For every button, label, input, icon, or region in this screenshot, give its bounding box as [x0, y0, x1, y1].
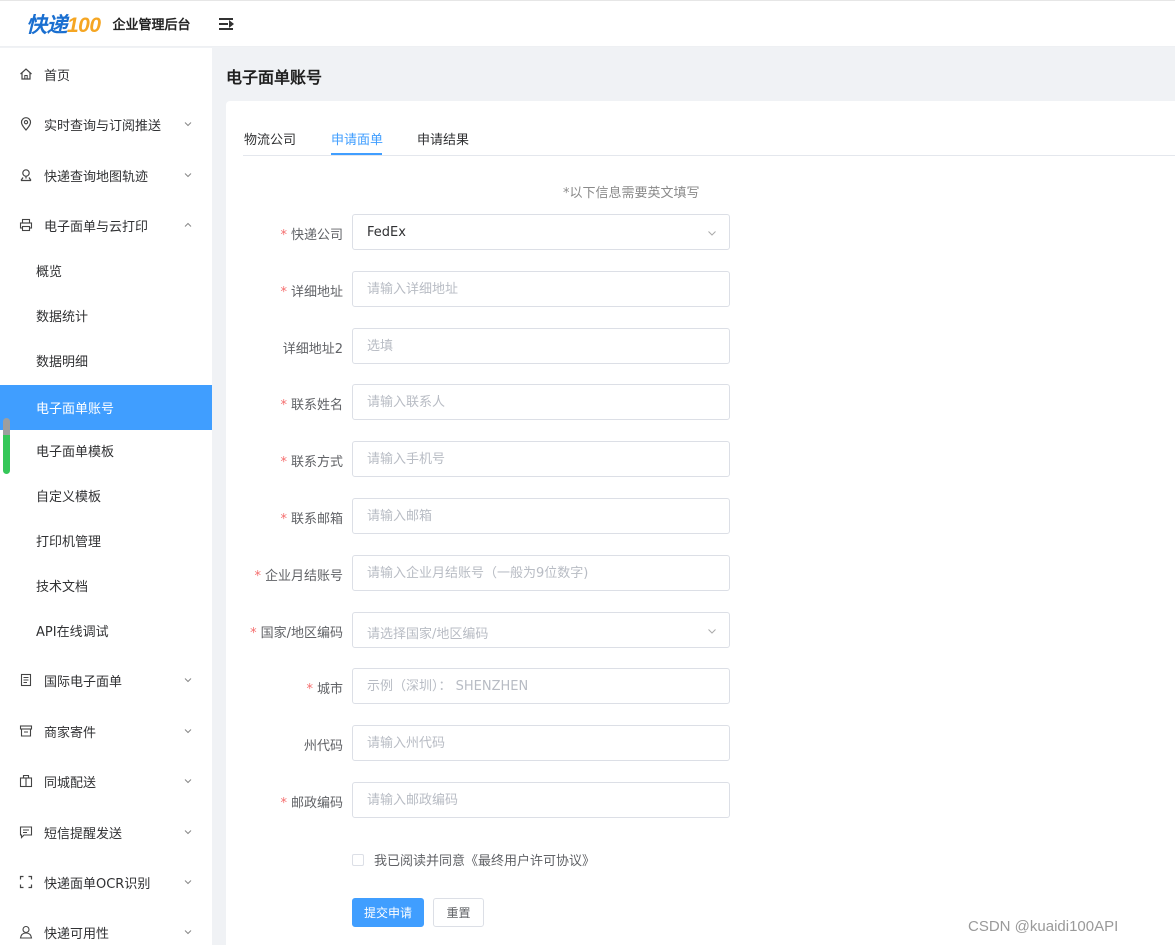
map-pin-icon [18, 168, 33, 183]
tab-bar: 物流公司 申请面单 申请结果 [243, 101, 1175, 156]
contact-phone-label: * 联系方式 [280, 455, 343, 470]
content-card: 物流公司 申请面单 申请结果 *以下信息需要英文填写 * 快递公司 FedEx *… [226, 101, 1175, 945]
city-input[interactable] [352, 668, 730, 704]
sidebar-item-eorder-print[interactable]: 电子面单与云打印 [0, 202, 212, 248]
agree-checkbox[interactable] [352, 853, 364, 866]
sidebar-subitem-printer-manage[interactable]: 打印机管理 [0, 518, 212, 563]
sidebar-subitem-statistics[interactable]: 数据统计 [0, 293, 212, 338]
sidebar-item-availability[interactable]: 快递可用性 [0, 909, 212, 945]
sidebar-scrollbar-handle[interactable] [3, 418, 10, 474]
chevron-down-icon [184, 830, 192, 835]
form-row-contact-email: * 联系邮箱 [226, 498, 1175, 534]
app-title: 企业管理后台 [112, 18, 191, 33]
english-required-note: *以下信息需要英文填写 [563, 186, 700, 201]
chevron-down-icon [184, 122, 192, 127]
sidebar: 首页 实时查询与订阅推送 快递查询地图轨迹 电子面单与云打印 概览 数据统计 数… [0, 48, 212, 945]
form-row-city: * 城市 [226, 668, 1175, 704]
country-code-label: * 国家/地区编码 [250, 626, 343, 641]
state-code-input[interactable] [352, 725, 730, 761]
form-row-contact-name: * 联系姓名 [226, 384, 1175, 420]
chevron-down-icon [708, 231, 716, 236]
chevron-up-icon [184, 222, 192, 227]
form-row-postal-code: * 邮政编码 [226, 782, 1175, 818]
sidebar-item-map-track[interactable]: 快递查询地图轨迹 [0, 152, 212, 198]
sidebar-subitem-custom-template[interactable]: 自定义模板 [0, 473, 212, 518]
courier-label: * 快递公司 [280, 228, 343, 243]
postal-code-label: * 邮政编码 [280, 796, 343, 811]
sidebar-subitem-eorder-template[interactable]: 电子面单模板 [0, 428, 212, 473]
tab-apply-result[interactable]: 申请结果 [417, 129, 469, 148]
brand-logo[interactable]: 快递100 [26, 9, 101, 39]
state-code-label: 州代码 [303, 739, 343, 754]
sidebar-subitem-overview[interactable]: 概览 [0, 248, 212, 293]
chevron-down-icon [184, 930, 192, 935]
chevron-down-icon [184, 678, 192, 683]
chevron-down-icon [184, 173, 192, 178]
home-icon [18, 67, 33, 82]
sidebar-subitem-eorder-account[interactable]: 电子面单账号 [0, 385, 212, 430]
sidebar-subitem-tech-docs[interactable]: 技术文档 [0, 563, 212, 608]
license-agreement: 我已阅读并同意《最终用户许可协议》 [352, 850, 595, 869]
form-row-courier: * 快递公司 FedEx [226, 214, 1175, 250]
address2-input[interactable] [352, 328, 730, 364]
city-label: * 城市 [306, 682, 343, 697]
scan-icon [18, 875, 33, 890]
tab-apply-eorder[interactable]: 申请面单 [331, 129, 383, 148]
contact-email-input[interactable] [352, 498, 730, 534]
user-icon [18, 925, 33, 940]
form-row-address: * 详细地址 [226, 271, 1175, 307]
sidebar-item-ocr[interactable]: 快递面单OCR识别 [0, 859, 212, 905]
reset-button[interactable]: 重置 [433, 898, 484, 927]
sidebar-item-merchant-ship[interactable]: 商家寄件 [0, 708, 212, 754]
contact-name-label: * 联系姓名 [280, 398, 343, 413]
monthly-account-label: * 企业月结账号 [254, 569, 343, 584]
tab-logistics-company[interactable]: 物流公司 [244, 129, 296, 148]
document-icon [18, 673, 33, 688]
form-row-contact-phone: * 联系方式 [226, 441, 1175, 477]
monthly-account-input[interactable] [352, 555, 730, 591]
sidebar-item-intl-eorder[interactable]: 国际电子面单 [0, 657, 212, 703]
sidebar-item-home[interactable]: 首页 [0, 51, 212, 97]
active-tab-indicator [331, 153, 382, 155]
agree-text[interactable]: 我已阅读并同意《最终用户许可协议》 [374, 850, 595, 869]
sidebar-subitem-details[interactable]: 数据明细 [0, 338, 212, 383]
chevron-down-icon [184, 729, 192, 734]
postal-code-input[interactable] [352, 782, 730, 818]
address-input[interactable] [352, 271, 730, 307]
form-row-address2: 详细地址2 [226, 328, 1175, 364]
sidebar-subitem-api-debug[interactable]: API在线调试 [0, 608, 212, 653]
sidebar-item-realtime-query[interactable]: 实时查询与订阅推送 [0, 101, 212, 147]
top-header: 快递100 企业管理后台 [0, 0, 1175, 47]
form-row-monthly-account: * 企业月结账号 [226, 555, 1175, 591]
chevron-down-icon [708, 629, 716, 634]
contact-email-label: * 联系邮箱 [280, 512, 343, 527]
country-code-select[interactable]: 请选择国家/地区编码 [352, 612, 730, 648]
form-row-country-code: * 国家/地区编码 请选择国家/地区编码 [226, 612, 1175, 648]
submit-button[interactable]: 提交申请 [352, 898, 424, 927]
contact-name-input[interactable] [352, 384, 730, 420]
chevron-down-icon [184, 779, 192, 784]
page-title: 电子面单账号 [226, 68, 323, 87]
address2-label: 详细地址2 [282, 342, 343, 357]
address-label: * 详细地址 [280, 285, 343, 300]
watermark: CSDN @kuaidi100API [968, 918, 1119, 935]
message-icon [18, 825, 33, 840]
chevron-down-icon [184, 880, 192, 885]
printer-icon [18, 218, 33, 233]
form-row-state-code: 州代码 [226, 725, 1175, 761]
menu-fold-icon[interactable] [218, 17, 235, 31]
location-pin-icon [18, 117, 33, 132]
sidebar-item-sms-reminder[interactable]: 短信提醒发送 [0, 809, 212, 855]
store-icon [18, 724, 33, 739]
package-icon [18, 774, 33, 789]
contact-phone-input[interactable] [352, 441, 730, 477]
sidebar-item-same-city[interactable]: 同城配送 [0, 758, 212, 804]
courier-select[interactable]: FedEx [352, 214, 730, 250]
